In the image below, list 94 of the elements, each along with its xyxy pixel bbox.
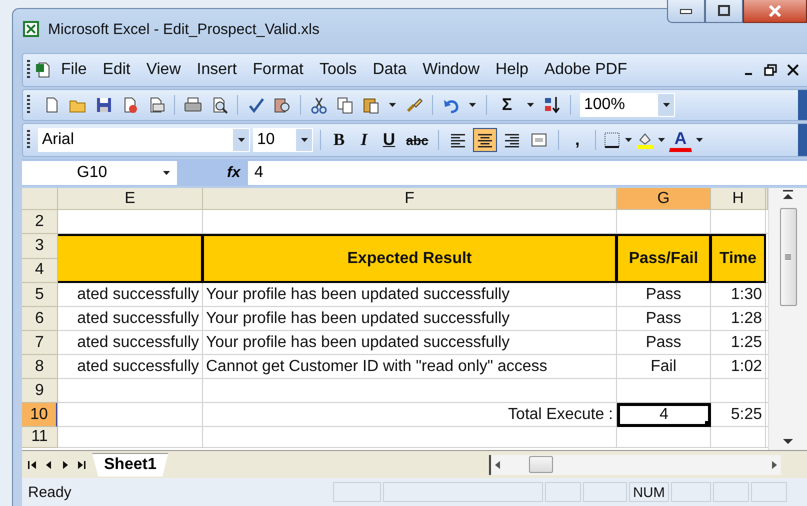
grip-icon	[783, 253, 793, 261]
function-button[interactable]: fx	[227, 164, 248, 181]
restore-icon[interactable]	[763, 62, 779, 78]
table-cell: ated successfully	[58, 355, 203, 379]
table-cell: ated successfully	[58, 331, 203, 355]
horizontal-scrollbar[interactable]	[489, 454, 781, 474]
status-indicator: NUM	[629, 482, 669, 502]
status-panel	[333, 482, 381, 502]
status-text: Ready	[27, 484, 72, 500]
column-header[interactable]: F	[203, 188, 617, 210]
header-cell: Pass/Fail	[617, 234, 711, 283]
close-button[interactable]	[743, 0, 807, 23]
row-header[interactable]: 10	[22, 403, 57, 427]
font-size-dropdown[interactable]: 10	[253, 128, 313, 152]
name-box[interactable]: G10	[22, 160, 177, 184]
spelling-check-icon[interactable]	[247, 96, 265, 114]
maximize-button[interactable]	[705, 0, 743, 23]
table-cell: ated successfully	[58, 307, 203, 331]
header-cell: Time	[711, 234, 766, 283]
underline-button[interactable]: U	[378, 128, 400, 152]
menu-item[interactable]: Window	[414, 58, 488, 82]
align-icon	[476, 131, 494, 149]
table-cell: 1:28	[711, 307, 766, 331]
table-cell: Fail	[617, 355, 711, 379]
maximize-icon	[716, 3, 732, 19]
status-panel	[583, 482, 627, 502]
close-icon[interactable]	[785, 62, 801, 78]
status-panel	[545, 482, 581, 502]
center-button[interactable]	[473, 128, 498, 152]
table-cell: 1:02	[711, 355, 766, 379]
table-cell: Your profile has been updated successfully	[203, 331, 617, 355]
row-header[interactable]: 11	[22, 427, 57, 448]
zoom-dropdown[interactable]: 100%	[580, 93, 675, 117]
printer-icon[interactable]	[184, 96, 202, 114]
menu-item[interactable]: View	[138, 58, 189, 82]
status-panel	[671, 482, 711, 502]
empty-cell	[711, 427, 766, 448]
copy-icon[interactable]	[336, 96, 354, 114]
menu-item[interactable]: Edit	[94, 58, 138, 82]
paste-icon[interactable]	[362, 96, 380, 114]
table-cell: Pass	[617, 307, 711, 331]
column-header[interactable]: E	[58, 188, 203, 210]
status-panel	[713, 482, 749, 502]
row-header[interactable]: 3	[22, 234, 57, 258]
font-dropdown[interactable]: Arial	[38, 128, 250, 152]
comma-style-button[interactable]: ,	[566, 128, 588, 152]
fill-color-icon[interactable]	[636, 131, 654, 149]
menu-item[interactable]: File	[53, 58, 95, 82]
table-cell: Your profile has been updated successfully	[203, 283, 617, 307]
menu-item[interactable]: Tools	[311, 58, 365, 82]
vertical-scrollbar[interactable]	[768, 188, 807, 450]
align-icon	[503, 131, 522, 149]
italic-button[interactable]: I	[353, 128, 375, 152]
menu-item[interactable]: Format	[244, 58, 312, 82]
scroll-thumb[interactable]	[529, 456, 553, 473]
sort-ascending-icon[interactable]	[543, 96, 561, 114]
spreadsheet-icon	[22, 20, 40, 38]
window-title: Microsoft Excel - Edit_Prospect_Valid.xls	[48, 20, 320, 38]
strikethrough-button[interactable]: abc	[403, 128, 432, 152]
sheet-tab[interactable]: Sheet1	[92, 452, 168, 476]
menu-item[interactable]: Help	[488, 58, 536, 82]
table-cell: 1:25	[711, 331, 766, 355]
table-cell: 1:30	[711, 283, 766, 307]
active-cell[interactable]: 4	[617, 403, 711, 427]
column-header[interactable]: G	[617, 188, 711, 210]
bold-button[interactable]: B	[328, 128, 350, 152]
table-cell: 5:25	[711, 403, 766, 427]
menu-item[interactable]: Insert	[188, 58, 245, 82]
table-cell: Total Execute :	[203, 403, 617, 427]
column-header[interactable]: H	[711, 188, 766, 210]
menu-item[interactable]: Adobe PDF	[536, 58, 636, 82]
table-cell: Cannot get Customer ID with "read only" access	[203, 355, 617, 379]
menu-item[interactable]: Data	[364, 58, 415, 82]
minimize-icon	[680, 8, 692, 14]
table-cell: Pass	[617, 283, 711, 307]
brush-icon[interactable]	[405, 96, 423, 114]
align-icon	[449, 131, 468, 149]
table-cell: Your profile has been updated successfully	[203, 307, 617, 331]
save-icon[interactable]	[95, 96, 113, 114]
header-cell: Expected Result	[203, 234, 617, 283]
scroll-thumb[interactable]	[780, 208, 796, 306]
formula-field[interactable]: 4	[248, 160, 807, 184]
empty-cell	[711, 379, 766, 403]
scissors-icon[interactable]	[310, 96, 328, 114]
status-panel	[751, 482, 787, 502]
close-icon	[767, 3, 783, 19]
minimize-button[interactable]	[667, 0, 705, 23]
autosum-button[interactable]: Σ	[496, 93, 518, 117]
align-icon	[530, 131, 548, 149]
table-cell: Pass	[617, 331, 711, 355]
table-cell: ated successfully	[58, 283, 203, 307]
book-search-icon[interactable]	[273, 96, 291, 114]
font-color-button[interactable]: A	[669, 128, 692, 152]
borders-icon[interactable]	[603, 131, 622, 149]
